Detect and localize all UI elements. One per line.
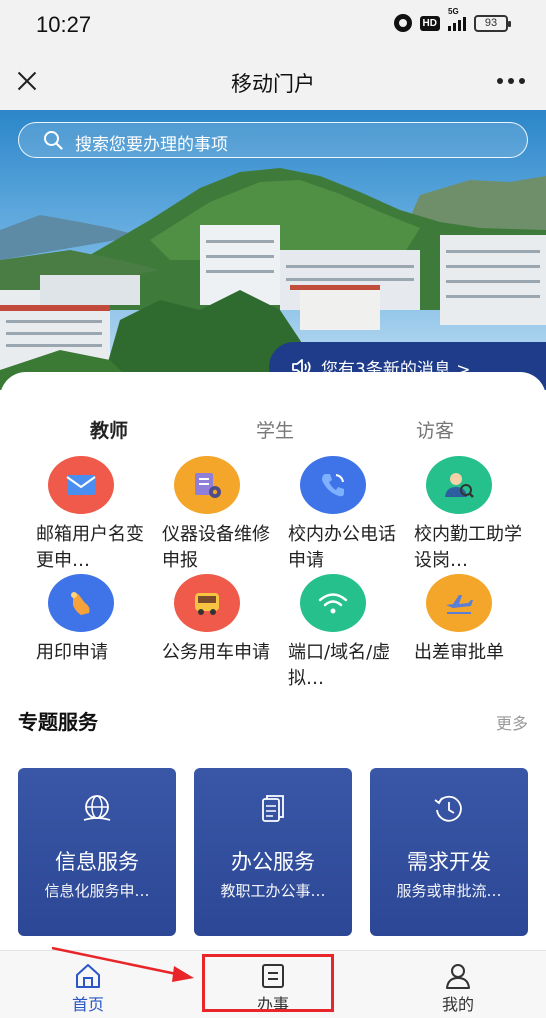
equipment-icon <box>195 473 221 498</box>
section-title: 专题服务 <box>18 710 98 734</box>
signal-icon: 5G <box>448 7 466 31</box>
search-icon <box>44 131 63 150</box>
app-icon-bg <box>174 574 240 632</box>
app-label: 端口/域名/虚拟… <box>288 642 391 689</box>
more-link[interactable]: 更多 <box>496 710 528 734</box>
app-label: 公务用车申请 <box>162 642 270 663</box>
network-type: 5G <box>448 7 459 16</box>
nav-label: 我的 <box>441 995 474 1014</box>
app-icon-bg <box>300 456 366 514</box>
mail-icon <box>66 475 96 495</box>
service-title: 信息服务 <box>55 850 139 874</box>
service-card-development[interactable]: 需求开发 服务或审批流… <box>370 768 528 936</box>
status-time: 10:27 <box>36 12 92 37</box>
service-title: 需求开发 <box>407 850 491 874</box>
app-icon-bg <box>48 574 114 632</box>
service-card-office[interactable]: 办公服务 教职工办公事… <box>194 768 352 936</box>
history-icon <box>434 795 462 822</box>
tab-visitor[interactable]: 访客 <box>416 416 454 443</box>
service-subtitle: 教职工办公事… <box>220 882 326 900</box>
app-icon-bg <box>426 456 492 514</box>
task-list-icon <box>262 964 284 988</box>
app-label: 用印申请 <box>36 642 108 663</box>
campus-banner: 搜索您要办理的事项 您有3条新的消息 > <box>0 110 546 390</box>
service-title: 办公服务 <box>231 850 315 874</box>
service-card-info[interactable]: 信息服务 信息化服务申… <box>18 768 176 936</box>
service-subtitle: 信息化服务申… <box>44 882 150 900</box>
wifi-icon <box>318 593 348 614</box>
app-icon-bg <box>48 456 114 514</box>
service-subtitle: 服务或审批流… <box>396 882 502 900</box>
plane-icon <box>446 595 473 614</box>
status-icons: HD 5G 93 <box>393 7 511 32</box>
app-icon-bg <box>300 574 366 632</box>
alarm-icon <box>393 14 412 32</box>
hd-icon: HD <box>419 15 440 31</box>
nav-label: 首页 <box>71 995 104 1014</box>
tab-student[interactable]: 学生 <box>256 416 294 443</box>
search-placeholder: 搜索您要办理的事项 <box>75 135 228 155</box>
app-label: 仪器设备维修申报 <box>162 524 270 571</box>
document-icon <box>262 795 284 822</box>
user-icon <box>446 964 470 989</box>
app-label: 校内办公电话申请 <box>288 524 396 571</box>
title-bar: 移动门户 <box>0 52 546 110</box>
home-icon <box>76 964 100 988</box>
role-tabs: 教师 学生 访客 <box>0 416 546 446</box>
bus-icon <box>195 593 219 615</box>
nav-tasks[interactable]: 办事 <box>213 951 333 1017</box>
more-options-button[interactable] <box>494 68 528 94</box>
bottom-nav: 首页 办事 我的 <box>0 950 546 1018</box>
app-label: 邮箱用户名变更申… <box>36 524 144 571</box>
app-icon-bg <box>174 456 240 514</box>
content-panel: 教师 学生 访客 邮箱用户名变更申… 仪器设备维修申报 校内办公电话申请 校内勤… <box>0 372 546 950</box>
phone-icon <box>322 474 344 497</box>
page-title: 移动门户 <box>231 72 315 96</box>
nav-profile[interactable]: 我的 <box>398 951 518 1017</box>
status-bar: 10:27 HD 5G 93 <box>0 0 546 52</box>
app-icon-bg <box>426 574 492 632</box>
stamp-hand-icon <box>71 592 90 615</box>
search-input[interactable]: 搜索您要办理的事项 <box>18 122 528 158</box>
nav-home[interactable]: 首页 <box>28 951 148 1017</box>
app-label: 出差审批单 <box>414 642 504 663</box>
app-label: 校内勤工助学设岗… <box>414 524 522 571</box>
person-search-icon <box>445 473 474 498</box>
tab-teacher[interactable]: 教师 <box>90 416 128 443</box>
globe-icon <box>83 795 111 821</box>
nav-label: 办事 <box>256 995 289 1014</box>
battery-icon: 93 <box>474 14 511 32</box>
